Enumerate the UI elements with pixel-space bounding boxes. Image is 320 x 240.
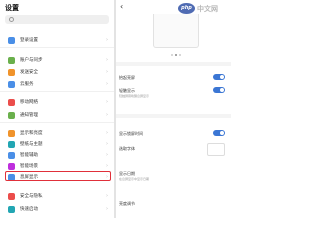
- network-icon: [8, 99, 15, 106]
- chevron-right-icon: ›: [106, 99, 108, 105]
- settings-icon: [8, 37, 15, 44]
- chevron-right-icon: ›: [106, 152, 108, 158]
- watermark-badge: php: [178, 3, 195, 14]
- font-picker[interactable]: [207, 143, 225, 156]
- menu-item-label: 发送安全: [20, 70, 38, 75]
- page-dot: [171, 54, 173, 56]
- search-icon: [9, 17, 14, 22]
- section-gap: [116, 114, 231, 118]
- chevron-right-icon: ›: [106, 37, 108, 43]
- menu-item[interactable]: 登录设置 ›: [0, 34, 114, 48]
- menu-item-label: 显示和亮度: [20, 131, 43, 136]
- chevron-right-icon: ›: [106, 141, 108, 147]
- chevron-right-icon: ›: [106, 163, 108, 169]
- privacy-icon: [8, 193, 15, 200]
- setting-label: 显示锁屏时间: [119, 131, 143, 136]
- menu-item-label: 快速启动: [20, 207, 38, 212]
- menu-item-label: 登录设置: [20, 38, 38, 43]
- chevron-right-icon: ›: [106, 112, 108, 118]
- menu-item-label: 壁纸与主题: [20, 142, 43, 147]
- chevron-right-icon: ›: [106, 81, 108, 87]
- toggle-switch[interactable]: [213, 74, 225, 80]
- setting-label: 亮度调节: [119, 201, 135, 206]
- setting-description: 轻触屏幕唤醒息屏显示: [119, 94, 150, 98]
- watermark-logo: php 中文网: [178, 3, 228, 17]
- wallpaper-icon: [8, 141, 15, 148]
- menu-item-label: 智能辅助: [20, 153, 38, 158]
- menu-item-label: 移动网络: [20, 100, 38, 105]
- back-arrow-icon[interactable]: ‹: [120, 2, 123, 11]
- account-icon: [8, 57, 15, 64]
- quick-launch-icon: [8, 206, 15, 213]
- chevron-right-icon: ›: [106, 57, 108, 63]
- menu-item[interactable]: 快速启动 ›: [0, 203, 114, 217]
- display-icon: [8, 130, 15, 137]
- chevron-right-icon: ›: [106, 69, 108, 75]
- setting-description: 在息屏显示中显示日期: [119, 177, 150, 181]
- menu-item[interactable]: 云服务 ›: [0, 78, 114, 92]
- menu-item-label: 云服务: [20, 82, 34, 87]
- highlight-annotation: [5, 171, 111, 181]
- setting-label: 选取字体: [119, 146, 135, 151]
- notification-icon: [8, 112, 15, 119]
- toggle-switch[interactable]: [213, 130, 225, 136]
- detail-panel: ‹ 抬起亮屏 轻触显示 轻触屏幕唤醒息屏显示 显示锁屏时间 选取字体 显示日期 …: [116, 0, 231, 218]
- menu-item-label: 账户与同步: [20, 58, 43, 63]
- watermark-text: 中文网: [197, 5, 218, 13]
- settings-panel: 设置 登录设置 › 账户与同步 › 发送安全 › 云服务 › 移动网络 › 通知…: [0, 0, 114, 218]
- page-title: 设置: [5, 4, 19, 12]
- menu-item-label: 安全与隐私: [20, 194, 43, 199]
- security-icon: [8, 69, 15, 76]
- page-dot: [179, 54, 181, 56]
- chevron-right-icon: ›: [106, 206, 108, 212]
- scene-icon: [8, 163, 15, 170]
- setting-label: 抬起亮屏: [119, 75, 135, 80]
- toggle-switch[interactable]: [213, 87, 225, 93]
- menu-item[interactable]: 移动网络 ›: [0, 96, 114, 110]
- menu-item-label: 智能场景: [20, 164, 38, 169]
- chevron-right-icon: ›: [106, 130, 108, 136]
- chevron-right-icon: ›: [106, 193, 108, 199]
- section-gap: [116, 62, 231, 66]
- menu-item[interactable]: 安全与隐私 ›: [0, 190, 114, 204]
- menu-item-label: 通知管理: [20, 113, 38, 118]
- cloud-icon: [8, 81, 15, 88]
- preview-frame: [153, 14, 199, 48]
- page-dot-active: [175, 54, 177, 56]
- menu-item[interactable]: 通知管理 ›: [0, 109, 114, 123]
- search-input[interactable]: [5, 15, 109, 24]
- assist-icon: [8, 152, 15, 159]
